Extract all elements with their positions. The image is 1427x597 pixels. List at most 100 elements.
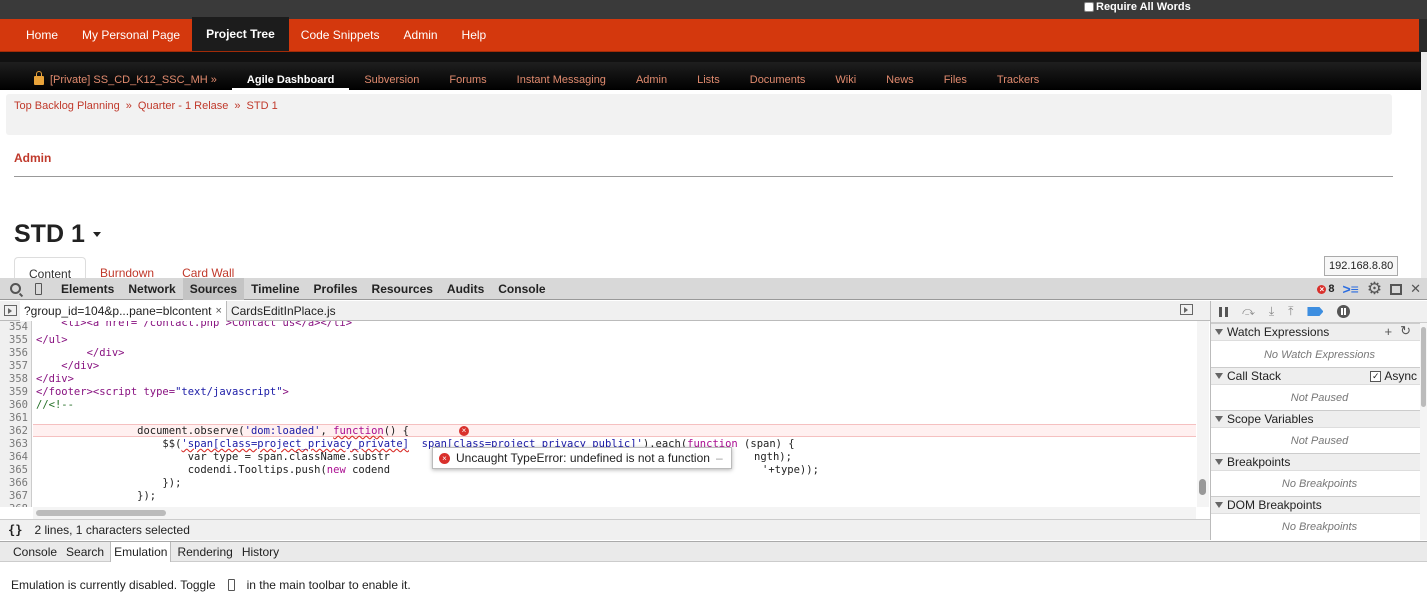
subnav-lists[interactable]: Lists bbox=[682, 74, 735, 90]
add-icon[interactable]: + bbox=[1385, 324, 1393, 339]
debugger-toggle-icon[interactable] bbox=[1180, 304, 1193, 315]
nav-my-personal-page[interactable]: My Personal Page bbox=[70, 19, 192, 51]
console-drawer-icon[interactable]: >≡ bbox=[1342, 281, 1358, 297]
line-number[interactable]: 359 bbox=[0, 386, 28, 398]
dock-icon[interactable] bbox=[1390, 283, 1403, 295]
require-all-words-checkbox[interactable]: Require All Words bbox=[1084, 1, 1191, 13]
subnav-documents[interactable]: Documents bbox=[735, 74, 821, 90]
subnav-trackers[interactable]: Trackers bbox=[982, 74, 1054, 90]
page-title[interactable]: STD 1 bbox=[14, 220, 101, 249]
tab-audits[interactable]: Audits bbox=[440, 278, 491, 300]
step-over-icon[interactable]: ⤼ bbox=[1242, 304, 1255, 319]
nav-home[interactable]: Home bbox=[14, 19, 70, 51]
drawer-tab-search[interactable]: Search bbox=[63, 542, 107, 562]
file-tab-group[interactable]: ?group_id=104&p...pane=blcontent × bbox=[20, 300, 227, 321]
refresh-icon[interactable]: ↻ bbox=[1400, 323, 1411, 339]
section-dom-breakpoints[interactable]: DOM Breakpoints bbox=[1211, 496, 1427, 514]
device-mode-icon[interactable] bbox=[35, 282, 42, 295]
section-breakpoints[interactable]: Breakpoints bbox=[1211, 453, 1427, 471]
line-number[interactable]: 362 bbox=[0, 425, 28, 437]
error-icon: × bbox=[1317, 284, 1327, 294]
subnav-files[interactable]: Files bbox=[929, 74, 982, 90]
scroll-thumb[interactable] bbox=[1421, 327, 1426, 407]
tab-elements[interactable]: Elements bbox=[54, 278, 121, 300]
code-line: '+type)); bbox=[762, 464, 819, 476]
bubble-dismiss-icon[interactable]: – bbox=[716, 451, 723, 465]
drawer-tab-console[interactable]: Console bbox=[10, 542, 60, 562]
nav-admin[interactable]: Admin bbox=[392, 19, 450, 51]
tab-sources[interactable]: Sources bbox=[182, 277, 245, 300]
nav-project-tree[interactable]: Project Tree bbox=[192, 17, 289, 51]
subnav-news[interactable]: News bbox=[871, 74, 929, 90]
project-link[interactable]: [Private] SS_CD_K12_SSC_MH » bbox=[30, 70, 232, 90]
tab-profiles[interactable]: Profiles bbox=[307, 278, 365, 300]
sidebar-scrollbar[interactable] bbox=[1420, 323, 1427, 540]
code-editor[interactable]: 354 355 356 357 358 359 360 361 362 363 … bbox=[0, 321, 1196, 507]
editor-horizontal-scrollbar[interactable] bbox=[33, 507, 1196, 519]
code-line: </ul> bbox=[36, 334, 68, 346]
line-number[interactable]: 354 bbox=[0, 321, 28, 333]
drawer-tab-history[interactable]: History bbox=[239, 542, 282, 562]
line-number[interactable]: 365 bbox=[0, 464, 28, 476]
navigator-toggle-icon[interactable] bbox=[4, 305, 17, 316]
async-checkbox[interactable]: ✓ Async bbox=[1370, 369, 1417, 383]
error-icon: × bbox=[439, 452, 450, 464]
tab-network[interactable]: Network bbox=[121, 278, 182, 300]
page-scrollbar[interactable] bbox=[1421, 52, 1427, 278]
line-gutter: 354 355 356 357 358 359 360 361 362 363 … bbox=[0, 321, 32, 507]
breakpoints-active-icon[interactable] bbox=[1307, 307, 1324, 316]
tab-resources[interactable]: Resources bbox=[365, 278, 440, 300]
pause-on-exceptions-icon[interactable] bbox=[1337, 305, 1351, 318]
subnav-instant-messaging[interactable]: Instant Messaging bbox=[502, 74, 621, 90]
section-scope-variables[interactable]: Scope Variables bbox=[1211, 410, 1427, 428]
emulation-text: in the main toolbar to enable it. bbox=[246, 577, 411, 592]
line-number[interactable]: 357 bbox=[0, 360, 28, 372]
drawer-tab-rendering[interactable]: Rendering bbox=[174, 542, 235, 562]
line-number[interactable]: 364 bbox=[0, 451, 28, 463]
subnav-admin[interactable]: Admin bbox=[621, 74, 682, 90]
admin-header[interactable]: Admin bbox=[14, 151, 51, 165]
error-counter[interactable]: × 8 bbox=[1317, 283, 1334, 295]
scroll-thumb[interactable] bbox=[36, 510, 166, 516]
breadcrumb-std1[interactable]: STD 1 bbox=[247, 100, 278, 112]
drawer-tab-emulation[interactable]: Emulation bbox=[110, 541, 172, 562]
subnav-agile-dashboard[interactable]: Agile Dashboard bbox=[231, 74, 350, 90]
caret-down-icon[interactable] bbox=[92, 232, 101, 237]
breadcrumb-quarter[interactable]: Quarter - 1 Relase bbox=[138, 100, 228, 112]
breadcrumb-top-backlog[interactable]: Top Backlog Planning bbox=[14, 100, 120, 112]
line-number[interactable]: 360 bbox=[0, 399, 28, 411]
line-number[interactable]: 355 bbox=[0, 334, 28, 346]
search-icon[interactable] bbox=[10, 283, 21, 294]
step-into-icon[interactable]: ⤓ bbox=[1269, 304, 1274, 319]
tab-timeline[interactable]: Timeline bbox=[244, 278, 306, 300]
pause-icon[interactable] bbox=[1219, 306, 1228, 317]
nav-code-snippets[interactable]: Code Snippets bbox=[289, 19, 392, 51]
line-number[interactable]: 368 bbox=[0, 503, 28, 507]
nav-help[interactable]: Help bbox=[450, 19, 499, 51]
subnav-subversion[interactable]: Subversion bbox=[349, 74, 434, 90]
editor-vertical-scrollbar[interactable] bbox=[1197, 321, 1209, 507]
line-number[interactable]: 358 bbox=[0, 373, 28, 385]
gear-icon[interactable]: ⚙ bbox=[1367, 279, 1382, 299]
tab-console[interactable]: Console bbox=[491, 278, 552, 300]
line-number[interactable]: 367 bbox=[0, 490, 28, 502]
line-number[interactable]: 366 bbox=[0, 477, 28, 489]
tab-burndown[interactable]: Burndown bbox=[86, 257, 168, 279]
tab-content[interactable]: Content bbox=[14, 257, 87, 279]
line-number[interactable]: 361 bbox=[0, 412, 28, 424]
pretty-print-button[interactable]: {} bbox=[8, 523, 22, 537]
device-mode-icon[interactable] bbox=[227, 578, 235, 591]
subnav-forums[interactable]: Forums bbox=[434, 74, 501, 90]
close-icon[interactable]: ✕ bbox=[1410, 281, 1421, 297]
line-number[interactable]: 363 bbox=[0, 438, 28, 450]
checkbox-icon[interactable] bbox=[1084, 2, 1094, 12]
step-out-icon[interactable]: ⤒ bbox=[1288, 304, 1293, 319]
close-icon[interactable]: × bbox=[216, 305, 222, 317]
subnav-wiki[interactable]: Wiki bbox=[820, 74, 871, 90]
checkbox-icon[interactable]: ✓ bbox=[1370, 370, 1382, 382]
line-number[interactable]: 356 bbox=[0, 347, 28, 359]
tab-card-wall[interactable]: Card Wall bbox=[168, 257, 248, 279]
error-marker-icon[interactable]: × bbox=[459, 426, 469, 436]
file-tab-cardseditinplace[interactable]: CardsEditInPlace.js bbox=[227, 301, 340, 321]
scroll-thumb[interactable] bbox=[1199, 479, 1206, 495]
